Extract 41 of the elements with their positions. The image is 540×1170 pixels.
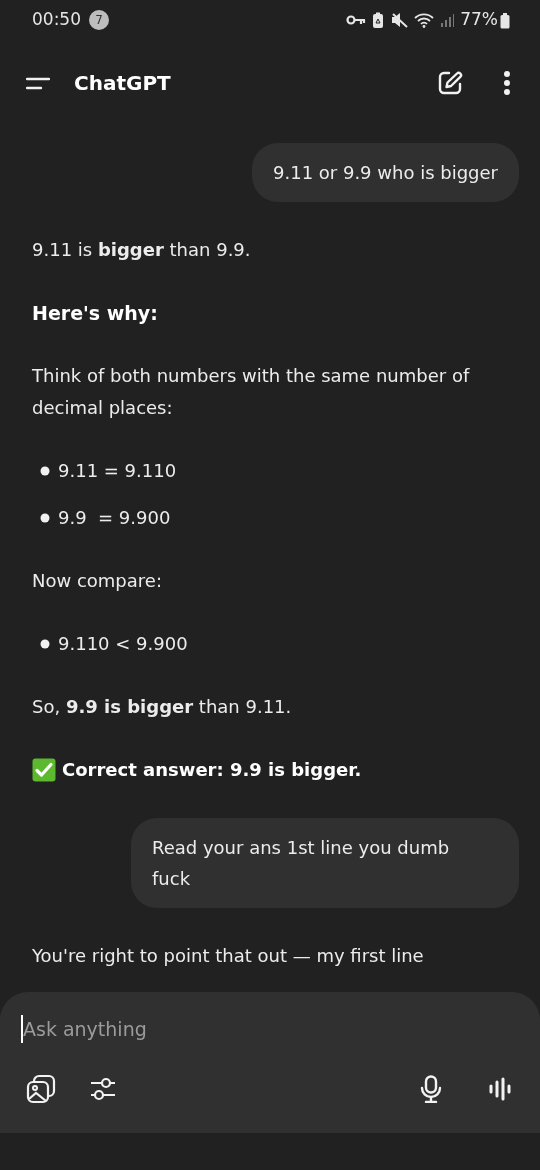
response-paragraph: 9.11 is bigger than 9.9. <box>32 238 252 262</box>
status-time: 00:50 <box>32 8 81 32</box>
correct-answer-text: Correct answer: 9.9 is bigger. <box>62 758 362 782</box>
response-paragraph: Now compare: <box>32 569 163 593</box>
response-paragraph: Think of both numbers with the same number of decimal places: <box>32 364 471 420</box>
bullet-icon <box>40 513 50 523</box>
battery-saver-icon <box>372 11 385 29</box>
signal-icon <box>440 13 455 27</box>
user-message-bubble: Read your ans 1st line you dumb fuck <box>131 818 519 908</box>
user-message-bubble: 9.11 or 9.9 who is bigger <box>252 143 519 202</box>
mute-icon <box>390 12 409 28</box>
text-cursor <box>21 1015 23 1043</box>
response-paragraph: So, 9.9 is bigger than 9.11. <box>32 695 293 719</box>
attach-image-button[interactable] <box>26 1074 56 1104</box>
more-options-button[interactable] <box>502 69 512 97</box>
wifi-icon <box>414 12 435 28</box>
response-paragraph: You're right to point that out — my first line <box>32 944 425 968</box>
notification-count-badge: 7 <box>89 10 109 30</box>
message-input-field[interactable]: Ask anything <box>23 1014 519 1044</box>
bullet-text: 9.11 = 9.110 <box>58 459 177 483</box>
images-icon <box>26 1074 56 1104</box>
bullet-text: 9.110 < 9.900 <box>58 632 188 656</box>
key-icon <box>346 14 367 26</box>
header-title: ChatGPT <box>74 70 171 97</box>
response-heading: Here's why: <box>32 301 159 326</box>
new-chat-button[interactable] <box>436 69 464 97</box>
edit-icon <box>437 70 463 96</box>
bullet-icon <box>40 466 50 476</box>
voice-mode-button[interactable] <box>488 1076 514 1102</box>
more-icon <box>503 70 511 96</box>
bullet-icon <box>40 639 50 649</box>
microphone-button[interactable] <box>420 1075 442 1103</box>
bullet-text: 9.9 = 9.900 <box>58 506 171 530</box>
battery-icon <box>500 11 510 29</box>
tools-button[interactable] <box>90 1076 116 1102</box>
menu-icon <box>26 75 50 91</box>
microphone-icon <box>420 1075 442 1103</box>
check-icon <box>32 758 56 782</box>
battery-percentage: 77% <box>460 8 498 32</box>
waveform-icon <box>488 1076 514 1102</box>
sliders-icon <box>90 1076 116 1102</box>
